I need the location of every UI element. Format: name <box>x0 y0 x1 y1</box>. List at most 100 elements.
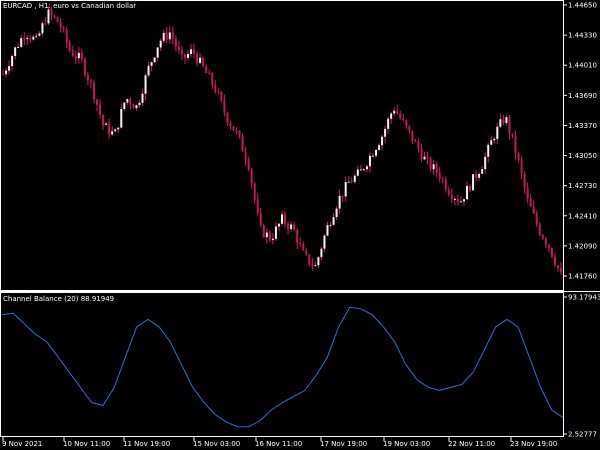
candle-body <box>399 113 402 119</box>
candle-body <box>368 155 371 167</box>
indicator-scale-label: 2.52777 <box>568 431 597 439</box>
candle-body <box>135 105 138 109</box>
candle-body <box>378 145 381 150</box>
candle-body <box>220 91 223 101</box>
candle-body <box>71 50 74 56</box>
time-label: 17 Nov 19:00 <box>320 440 367 448</box>
candle-body <box>365 166 368 170</box>
candle-body <box>296 230 299 244</box>
candles-group <box>2 6 562 275</box>
candle-body <box>80 52 83 60</box>
candle-body <box>14 47 17 57</box>
candle-body <box>17 46 20 48</box>
candle-body <box>65 29 68 43</box>
candle-body <box>5 70 8 75</box>
candle-body <box>335 208 338 218</box>
candle-body <box>253 183 256 200</box>
candle-body <box>332 217 335 225</box>
candle-body <box>517 153 520 161</box>
candle-body <box>544 238 547 245</box>
candle-body <box>96 99 99 105</box>
candle-body <box>550 247 553 257</box>
candle-body <box>487 144 490 157</box>
candle-body <box>447 189 450 196</box>
candle-body <box>50 9 53 16</box>
candle-body <box>326 225 329 236</box>
candle-body <box>174 38 177 47</box>
candle-body <box>329 224 332 226</box>
candle-body <box>44 23 47 25</box>
candle-body <box>171 32 174 39</box>
candle-body <box>420 148 423 160</box>
candle-body <box>226 112 229 124</box>
candle-body <box>180 50 183 55</box>
candle-body <box>162 32 165 41</box>
candle-body <box>556 265 559 269</box>
candle-body <box>35 35 38 37</box>
candle-body <box>129 99 132 105</box>
candle-body <box>59 22 62 29</box>
candle-body <box>508 117 511 134</box>
candle-body <box>56 17 59 23</box>
candle-body <box>232 126 235 131</box>
candle-body <box>268 232 271 241</box>
candle-body <box>26 37 29 39</box>
candle-body <box>41 23 44 34</box>
candle-body <box>493 138 496 141</box>
candle-body <box>505 117 508 124</box>
candle-body <box>323 235 326 249</box>
candle-body <box>353 175 356 182</box>
candle-body <box>341 195 344 197</box>
time-axis: 9 Nov 2021 10 Nov 11:00 11 Nov 19:00 15 Nov… <box>2 437 557 448</box>
candle-body <box>83 59 86 75</box>
candle-body <box>102 114 105 125</box>
candle-body <box>20 38 23 47</box>
candle-body <box>223 100 226 113</box>
candle-body <box>89 80 92 83</box>
time-label: 16 Nov 11:00 <box>255 440 302 448</box>
candle-body <box>47 9 50 24</box>
chart-canvas: EURCAD , H1: euro vs Canadian dollar Cha… <box>0 0 600 448</box>
candle-body <box>284 214 287 225</box>
candle-body <box>402 118 405 121</box>
candle-body <box>241 136 244 152</box>
candle-body <box>147 65 150 76</box>
candle-body <box>123 102 126 109</box>
candle-body <box>560 268 562 273</box>
time-label: 19 Nov 03:00 <box>383 440 430 448</box>
candle-body <box>74 55 77 59</box>
candle-body <box>281 214 283 224</box>
candle-body <box>311 264 314 266</box>
candle-body <box>186 54 189 58</box>
candle-body <box>299 243 302 245</box>
candle-body <box>271 238 274 241</box>
candle-body <box>502 119 505 124</box>
candle-body <box>111 131 114 135</box>
price-label: 1.42410 <box>568 212 597 220</box>
candle-body <box>478 173 481 178</box>
candle-body <box>211 73 214 85</box>
candle-body <box>396 110 399 114</box>
candle-body <box>514 135 517 154</box>
indicator-axis: 93.17943 2.52777 <box>563 294 600 439</box>
candle-body <box>481 169 484 174</box>
candle-body <box>105 123 108 125</box>
candle-body <box>126 99 129 103</box>
price-label: 1.43690 <box>568 92 597 100</box>
candle-body <box>141 93 144 103</box>
candle-body <box>159 40 162 48</box>
time-label: 10 Nov 11:00 <box>63 440 110 448</box>
candle-body <box>150 62 153 66</box>
candle-body <box>375 149 378 156</box>
candle-body <box>429 158 432 170</box>
candle-body <box>277 223 280 227</box>
price-label: 1.43370 <box>568 122 597 130</box>
candle-body <box>356 169 359 176</box>
candle-body <box>8 66 11 71</box>
candle-body <box>553 256 556 266</box>
candle-body <box>462 199 465 202</box>
candle-body <box>438 172 441 179</box>
candle-body <box>196 53 199 64</box>
candle-body <box>381 136 384 146</box>
candle-body <box>305 250 308 255</box>
